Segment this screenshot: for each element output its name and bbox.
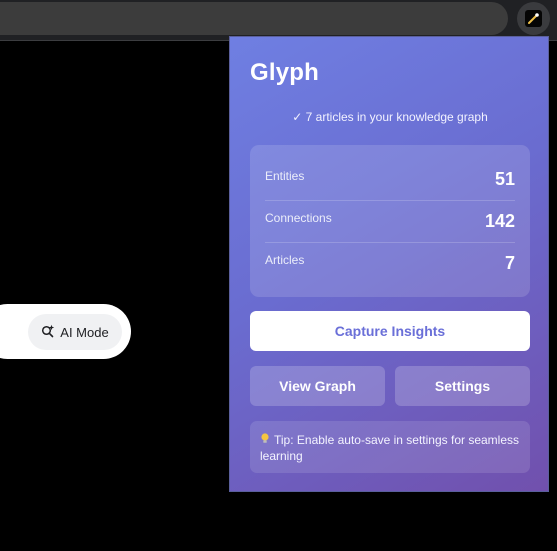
stat-label: Connections [265, 210, 332, 225]
popup-title: Glyph [250, 59, 320, 86]
view-graph-button[interactable]: View Graph [250, 366, 385, 406]
capture-insights-button[interactable]: Capture Insights [250, 311, 530, 351]
stat-row-entities: Entities 51 [265, 159, 515, 201]
browser-toolbar [0, 0, 557, 41]
stat-value: 51 [494, 169, 515, 189]
tip-text: Tip: Enable auto-save in settings for se… [260, 433, 520, 463]
settings-button[interactable]: Settings [395, 366, 530, 406]
extension-popup: Glyph ✓ 7 articles in your knowledge gra… [229, 36, 549, 492]
stat-value: 142 [484, 211, 515, 231]
ai-mode-button[interactable]: AI Mode [28, 314, 122, 350]
address-bar[interactable] [0, 2, 508, 35]
stat-label: Articles [265, 252, 305, 267]
status-message: ✓ 7 articles in your knowledge graph [292, 110, 488, 124]
tip-box: Tip: Enable auto-save in settings for se… [250, 421, 530, 473]
stat-label: Entities [265, 168, 305, 183]
ai-mode-label: AI Mode [60, 324, 109, 340]
stats-card: Entities 51 Connections 142 Articles 7 [250, 145, 530, 297]
sparkle-search-icon [41, 324, 55, 341]
stat-value: 7 [504, 253, 515, 273]
stat-row-connections: Connections 142 [265, 201, 515, 243]
magic-wand-icon [525, 10, 542, 27]
lightbulb-icon [260, 432, 274, 448]
extension-button[interactable] [517, 2, 550, 35]
stat-row-articles: Articles 7 [265, 243, 515, 284]
